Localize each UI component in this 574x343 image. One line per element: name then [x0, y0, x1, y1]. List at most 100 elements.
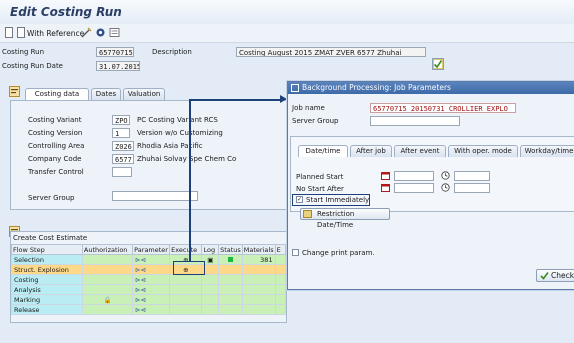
- parameter-icon[interactable]: ⊳⊲: [132, 254, 171, 265]
- col-flow-step[interactable]: Flow Step: [11, 244, 83, 255]
- materials-cell: [241, 264, 276, 275]
- job-name-label: Job name: [292, 104, 325, 112]
- costing-variant-text: PC Costing Variant RCS: [137, 116, 218, 124]
- tab-date-time[interactable]: Date/time: [298, 145, 348, 157]
- estimate-title: Create Cost Estimate: [13, 234, 88, 242]
- calendar-icon[interactable]: [381, 183, 390, 192]
- col-execute[interactable]: Execute: [169, 244, 203, 255]
- col-authorization[interactable]: Authorization: [81, 244, 134, 255]
- parameter-icon[interactable]: ⊳⊲: [132, 294, 171, 305]
- job-name-field[interactable]: 65770715_20150731_CROLLIER_EXPLO: [370, 103, 516, 113]
- controlling-area-field[interactable]: Z026: [112, 141, 134, 151]
- parameter-icon[interactable]: ⊳⊲: [132, 274, 171, 285]
- clock-icon[interactable]: [441, 171, 450, 180]
- tab-valuation[interactable]: Valuation: [123, 88, 165, 100]
- flow-step-cell: Marking: [11, 294, 83, 305]
- display-icon[interactable]: [108, 27, 120, 39]
- parameter-icon[interactable]: ⊳⊲: [132, 284, 171, 295]
- tab-dates[interactable]: Dates: [91, 88, 121, 100]
- transfer-control-field[interactable]: [112, 167, 132, 177]
- change-print-label: Change print param.: [302, 249, 375, 257]
- new-document-icon[interactable]: [3, 27, 15, 39]
- tab-workday-time[interactable]: Workday/time: [520, 145, 574, 157]
- parameter-icon[interactable]: ⊳⊲: [132, 264, 171, 275]
- tab-after-event[interactable]: After event: [394, 145, 446, 157]
- with-reference-icon[interactable]: [15, 27, 27, 39]
- costing-run-label: Costing Run: [2, 48, 45, 56]
- costing-run-date-field[interactable]: 31.07.2015: [96, 61, 140, 71]
- wand-icon[interactable]: [80, 27, 92, 39]
- controlling-area-label: Controlling Area: [28, 142, 85, 150]
- planned-start-time-field[interactable]: [454, 171, 490, 181]
- table-row[interactable]: Struct. Explosion ⊳⊲ ⊕: [11, 264, 287, 275]
- description-field[interactable]: Costing August 2015 ZMAT ZVER 6577 Zhuha…: [236, 47, 426, 57]
- with-reference-button[interactable]: With Reference: [27, 29, 84, 38]
- company-code-field[interactable]: 6577: [112, 154, 134, 164]
- flow-step-cell: Costing: [11, 274, 83, 285]
- costing-run-field[interactable]: 65770715: [96, 47, 134, 57]
- no-start-after-date-field[interactable]: [394, 183, 434, 193]
- table-row[interactable]: Release ⊳⊲: [11, 304, 287, 315]
- flow-step-cell: Release: [11, 304, 83, 315]
- dialog-tabs: Date/time After job After event With ope…: [298, 145, 574, 157]
- restriction-button[interactable]: Restriction Date/Time: [300, 208, 390, 229]
- costing-run-date-label: Costing Run Date: [2, 62, 63, 70]
- flow-step-cell: Struct. Explosion: [11, 264, 83, 275]
- materials-cell: 381: [241, 254, 276, 265]
- costing-version-text: Version w/o Customizing: [137, 129, 223, 137]
- clock-icon[interactable]: [441, 183, 450, 192]
- company-code-text: Zhuhai Solvay Spe Chem Co: [137, 155, 237, 163]
- status-icon: [218, 254, 243, 265]
- tab-after-job[interactable]: After job: [350, 145, 392, 157]
- job-parameters-dialog: Background Processing: Job Parameters Jo…: [287, 81, 574, 290]
- table-row[interactable]: Costing ⊳⊲: [11, 274, 287, 285]
- page-title: Edit Costing Run: [10, 5, 122, 19]
- collapse-icon[interactable]: [9, 86, 20, 97]
- transfer-control-label: Transfer Control: [28, 168, 84, 176]
- toolbar: With Reference: [0, 24, 574, 43]
- check-icon[interactable]: [432, 58, 444, 70]
- start-immediately-checkbox[interactable]: ✓: [296, 196, 303, 203]
- description-label: Description: [152, 48, 192, 56]
- calendar-icon[interactable]: [381, 171, 390, 180]
- estimate-table: Flow Step Authorization Parameter Execut…: [11, 244, 287, 315]
- change-print-checkbox[interactable]: [292, 249, 299, 256]
- start-immediately-label: Start Immediately: [306, 196, 370, 204]
- no-start-after-label: No Start After: [296, 185, 344, 193]
- arrow-horizontal: [189, 99, 283, 101]
- col-parameter[interactable]: Parameter: [132, 244, 171, 255]
- settings-icon[interactable]: [94, 27, 106, 39]
- arrow-head-icon: [280, 95, 287, 103]
- estimate-grid: Create Cost Estimate Flow Step Authoriza…: [10, 231, 287, 323]
- tab-costing-data[interactable]: Costing data: [25, 88, 89, 100]
- table-row[interactable]: Analysis ⊳⊲: [11, 284, 287, 295]
- lock-icon[interactable]: 🔒: [81, 294, 134, 305]
- table-row[interactable]: Selection ⊳⊲ ⊕ ▣ 381: [11, 254, 287, 265]
- dialog-title: Background Processing: Job Parameters: [288, 82, 574, 94]
- parameter-icon[interactable]: ⊳⊲: [132, 304, 171, 315]
- col-materials[interactable]: Materials: [241, 244, 276, 255]
- arrow-vertical: [189, 100, 191, 261]
- table-row[interactable]: Marking 🔒 ⊳⊲: [11, 294, 287, 305]
- costing-variant-field[interactable]: ZPO: [112, 115, 130, 125]
- company-code-label: Company Code: [28, 155, 82, 163]
- flow-step-cell: Selection: [11, 254, 83, 265]
- server-group-label: Server Group: [28, 194, 75, 202]
- col-e[interactable]: E: [274, 244, 287, 255]
- restriction-icon: [303, 210, 312, 218]
- title-bar: Edit Costing Run: [0, 0, 574, 25]
- controlling-area-text: Rhodia Asia Pacific: [137, 142, 203, 150]
- col-log[interactable]: Log: [201, 244, 220, 255]
- flow-step-cell: Analysis: [11, 284, 83, 295]
- planned-start-label: Planned Start: [296, 173, 344, 181]
- col-status[interactable]: Status: [218, 244, 243, 255]
- server-group-field[interactable]: [112, 191, 198, 201]
- tab-with-oper-mode[interactable]: With oper. mode: [448, 145, 518, 157]
- costing-version-field[interactable]: 1: [112, 128, 130, 138]
- dialog-server-group-field[interactable]: [370, 116, 460, 126]
- no-start-after-time-field[interactable]: [454, 183, 490, 193]
- costing-version-label: Costing Version: [28, 129, 83, 137]
- check-mark-icon: [540, 271, 549, 280]
- planned-start-date-field[interactable]: [394, 171, 434, 181]
- execute-highlight: [173, 261, 205, 275]
